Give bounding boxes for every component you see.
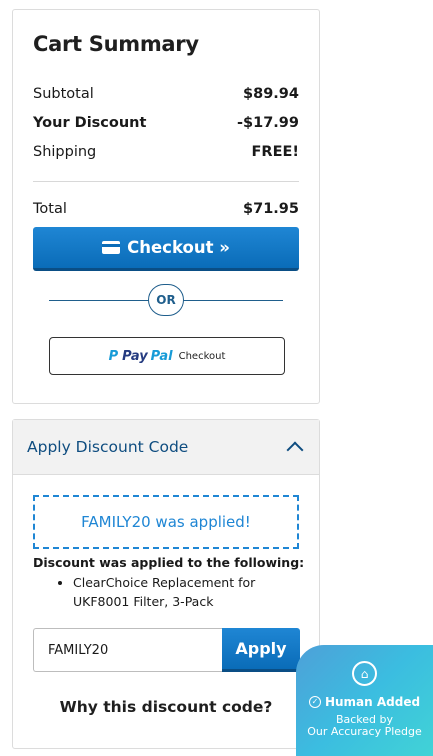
subtotal-label: Subtotal	[33, 86, 94, 102]
badge-title: Human Added	[324, 695, 421, 709]
apply-button[interactable]: Apply	[222, 628, 300, 672]
paypal-logo: Pay Pal	[122, 349, 172, 364]
shipping-value: FREE!	[251, 144, 300, 160]
accuracy-pledge-badge[interactable]: ⌂ ✓ Human Added Backed by Our Accuracy P…	[296, 645, 433, 756]
summary-divider	[33, 181, 299, 182]
shipping-row: Shipping FREE!	[33, 144, 299, 160]
credit-card-icon	[102, 241, 121, 254]
checkout-label: Checkout »	[127, 238, 230, 257]
paypal-logo-pay: Pay	[122, 348, 148, 364]
cart-summary-card: Cart Summary Subtotal $89.94 Your Discou…	[12, 9, 320, 404]
subtotal-row: Subtotal $89.94	[33, 86, 299, 102]
or-label: OR	[148, 284, 184, 316]
paypal-logo-pal: Pal	[150, 348, 173, 364]
badge-title-row: ✓ Human Added	[296, 695, 433, 709]
why-discount-link[interactable]: Why this discount code?	[13, 698, 319, 716]
discount-code-input[interactable]: FAMILY20	[33, 628, 222, 672]
chevron-up-icon	[286, 441, 304, 459]
house-icon: ⌂	[352, 661, 377, 686]
paypal-icon: P	[108, 348, 119, 364]
total-value: $71.95	[243, 201, 299, 217]
paypal-checkout-button[interactable]: P Pay Pal Checkout	[49, 337, 285, 375]
shipping-label: Shipping	[33, 144, 97, 160]
applied-item: ClearChoice Replacement for UKF8001 Filt…	[73, 573, 273, 611]
applied-message-box: FAMILY20 was applied!	[33, 495, 299, 549]
checkout-button[interactable]: Checkout »	[33, 227, 299, 271]
applied-items-list: ClearChoice Replacement for UKF8001 Filt…	[53, 573, 273, 611]
discount-row: Your Discount -$17.99	[33, 115, 299, 131]
paypal-checkout-label: Checkout	[178, 350, 226, 362]
total-row: Total $71.95	[33, 201, 299, 217]
applied-to-label: Discount was applied to the following:	[33, 555, 305, 570]
discount-label: Your Discount	[33, 115, 147, 131]
or-separator: OR	[49, 284, 283, 316]
badge-subtitle: Backed by Our Accuracy Pledge	[296, 714, 433, 738]
check-circle-icon: ✓	[308, 696, 321, 708]
cart-summary-title: Cart Summary	[33, 32, 199, 56]
discount-value: -$17.99	[237, 115, 299, 131]
subtotal-value: $89.94	[243, 86, 299, 102]
discount-code-card: Apply Discount Code FAMILY20 was applied…	[12, 419, 320, 749]
discount-code-title: Apply Discount Code	[27, 438, 189, 456]
discount-code-toggle[interactable]: Apply Discount Code	[13, 420, 319, 475]
badge-line2: Our Accuracy Pledge	[307, 725, 422, 738]
total-label: Total	[33, 201, 67, 217]
applied-message: FAMILY20 was applied!	[81, 513, 251, 531]
